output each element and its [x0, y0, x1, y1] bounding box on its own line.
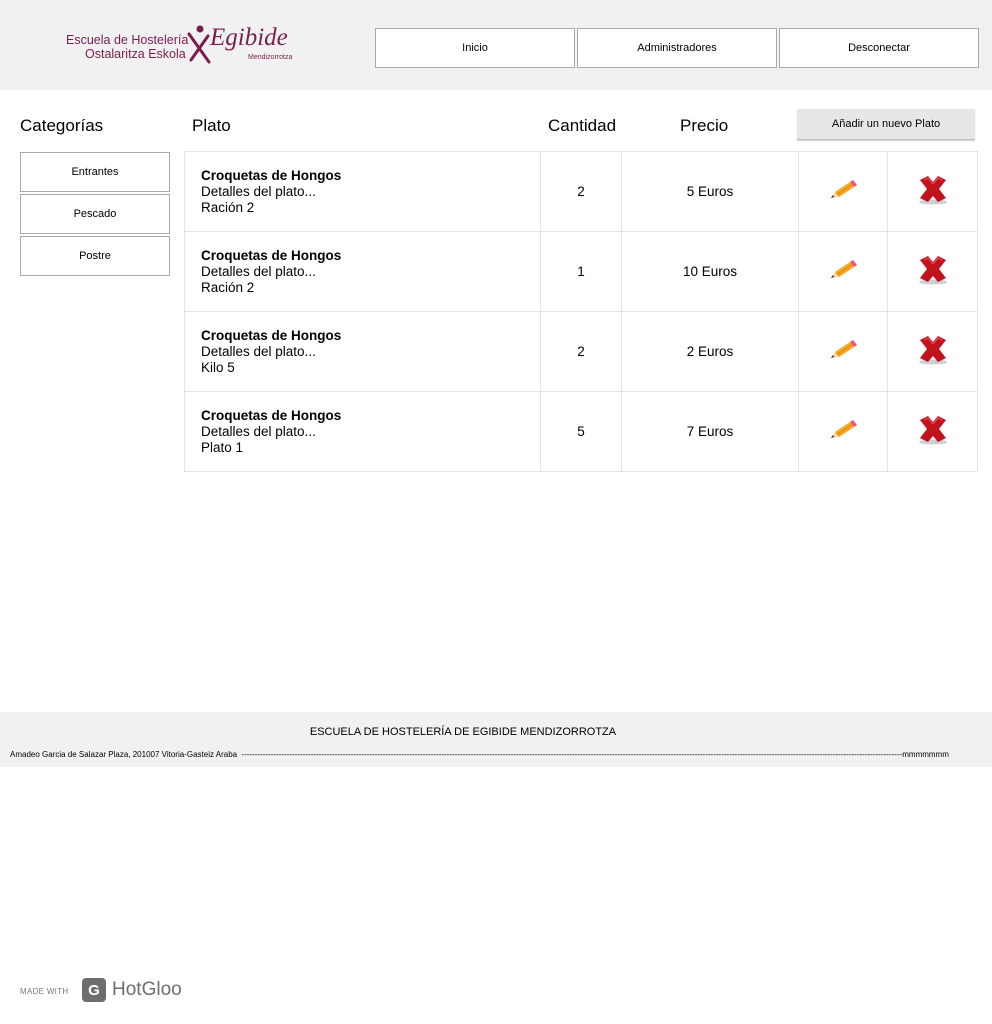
- dish-cell: Croquetas de Hongos Detalles del plato..…: [184, 231, 541, 312]
- delete-dish-button[interactable]: [887, 151, 978, 232]
- column-header-dish: Plato: [192, 116, 231, 135]
- red-x-icon: [918, 176, 947, 205]
- dish-price: 10 Euros: [621, 231, 799, 312]
- edit-dish-button[interactable]: [798, 151, 888, 232]
- hotgloo-label: HotGloo: [112, 979, 182, 1000]
- edit-dish-button[interactable]: [798, 311, 888, 392]
- made-with-hotgloo-badge[interactable]: MADE WITH G HotGloo: [20, 977, 182, 1005]
- dish-price: 7 Euros: [621, 391, 799, 472]
- made-with-label: MADE WITH: [20, 987, 69, 996]
- egibide-logo[interactable]: Escuela de Hostelería Ostalaritza Eskola…: [64, 22, 292, 68]
- categories-list: Entrantes Pescado Postre: [20, 152, 170, 278]
- dish-details: Detalles del plato...: [201, 343, 316, 359]
- footer-school-name: ESCUELA DE HOSTELERÍA DE EGIBIDE MENDIZO…: [309, 726, 617, 738]
- dish-details: Detalles del plato...: [201, 263, 316, 279]
- delete-dish-button[interactable]: [887, 231, 978, 312]
- logo-sub: Mendizorrotza: [248, 54, 293, 61]
- nav-inicio-button[interactable]: Inicio: [375, 28, 575, 68]
- dish-quantity: 2: [540, 151, 622, 232]
- dish-price: 2 Euros: [621, 311, 799, 392]
- column-header-price: Precio: [680, 116, 729, 135]
- dish-portion: Kilo 5: [201, 359, 235, 375]
- dish-portion: Ración 2: [201, 199, 255, 215]
- pencil-icon: [831, 180, 857, 198]
- logo-brand: Egibide: [210, 24, 288, 51]
- dish-name: Croquetas de Hongos: [201, 247, 342, 263]
- dish-cell: Croquetas de Hongos Detalles del plato..…: [184, 151, 541, 232]
- dish-portion: Ración 2: [201, 279, 255, 295]
- delete-dish-button[interactable]: [887, 311, 978, 392]
- delete-dish-button[interactable]: [887, 391, 978, 472]
- edit-dish-button[interactable]: [798, 231, 888, 312]
- logo-line-1: Escuela de Hostelería: [66, 33, 189, 47]
- table-row: Croquetas de Hongos Detalles del plato..…: [184, 151, 978, 232]
- logo-line-2: Ostalaritza Eskola: [85, 47, 186, 61]
- dish-price: 5 Euros: [621, 151, 799, 232]
- dish-details: Detalles del plato...: [201, 183, 316, 199]
- red-x-icon: [918, 336, 947, 365]
- footer-divider: ----------------------------------------…: [241, 750, 903, 759]
- dish-name: Croquetas de Hongos: [201, 167, 342, 183]
- table-row: Croquetas de Hongos Detalles del plato..…: [184, 231, 978, 312]
- pencil-icon: [831, 260, 857, 278]
- nav-administradores-button[interactable]: Administradores: [577, 28, 777, 68]
- dish-quantity: 5: [540, 391, 622, 472]
- dish-details: Detalles del plato...: [201, 423, 316, 439]
- category-entrantes[interactable]: Entrantes: [20, 152, 170, 192]
- column-header-quantity: Cantidad: [548, 116, 617, 135]
- dishes-table: Croquetas de Hongos Detalles del plato..…: [184, 151, 978, 472]
- footer: ESCUELA DE HOSTELERÍA DE EGIBIDE MENDIZO…: [0, 712, 992, 767]
- red-x-icon: [918, 416, 947, 445]
- top-nav: Inicio Administradores Desconectar: [375, 28, 979, 68]
- footer-trail: mmmmmmm: [902, 750, 949, 759]
- edit-dish-button[interactable]: [798, 391, 888, 472]
- nav-desconectar-button[interactable]: Desconectar: [779, 28, 979, 68]
- add-dish-button[interactable]: Añadir un nuevo Plato: [797, 109, 975, 140]
- dish-cell: Croquetas de Hongos Detalles del plato..…: [184, 391, 541, 472]
- footer-address: Amadeo Garcia de Salazar Plaza, 201007 V…: [10, 750, 238, 759]
- logo-figure-icon: [187, 25, 211, 64]
- dish-name: Croquetas de Hongos: [201, 407, 342, 423]
- hotgloo-logo-icon: G: [82, 978, 106, 1002]
- footer-address-line: Amadeo Garcia de Salazar Plaza, 201007 V…: [10, 750, 974, 759]
- category-pescado[interactable]: Pescado: [20, 194, 170, 234]
- dish-name: Croquetas de Hongos: [201, 327, 342, 343]
- pencil-icon: [831, 420, 857, 438]
- table-row: Croquetas de Hongos Detalles del plato..…: [184, 311, 978, 392]
- category-postre[interactable]: Postre: [20, 236, 170, 276]
- table-row: Croquetas de Hongos Detalles del plato..…: [184, 391, 978, 472]
- categories-title: Categorías: [20, 116, 104, 135]
- dish-portion: Plato 1: [201, 439, 244, 455]
- red-x-icon: [918, 256, 947, 285]
- dish-quantity: 1: [540, 231, 622, 312]
- pencil-icon: [831, 340, 857, 358]
- dish-cell: Croquetas de Hongos Detalles del plato..…: [184, 311, 541, 392]
- header: Escuela de Hostelería Ostalaritza Eskola…: [0, 0, 992, 90]
- dish-quantity: 2: [540, 311, 622, 392]
